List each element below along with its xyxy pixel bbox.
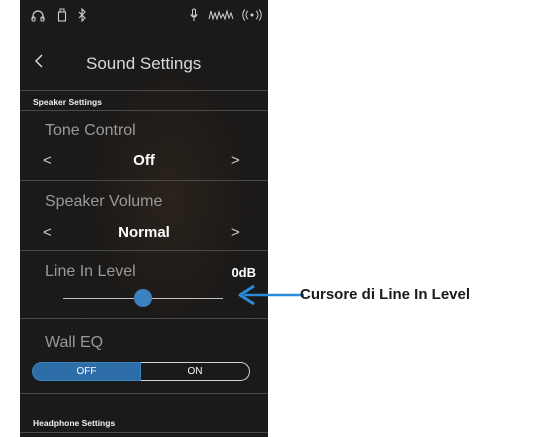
divider	[20, 90, 268, 91]
microphone-icon	[190, 8, 198, 21]
bluetooth-icon	[78, 8, 86, 22]
divider	[20, 318, 268, 319]
back-arrow-icon[interactable]	[32, 48, 46, 74]
wall-eq-on-option[interactable]: ON	[141, 362, 250, 381]
section-header-speaker: Speaker Settings	[33, 97, 102, 107]
status-bar	[20, 6, 268, 26]
line-in-level-label: Line In Level	[45, 263, 136, 280]
wall-eq-off-option[interactable]: OFF	[32, 362, 141, 381]
speaker-volume-next-icon[interactable]: >	[231, 224, 240, 241]
section-header-headphone: Headphone Settings	[33, 418, 116, 428]
wireless-icon	[242, 9, 262, 21]
line-in-level-value: 0dB	[231, 265, 256, 280]
wall-eq-toggle[interactable]: OFF ON	[32, 362, 250, 381]
page-title: Sound Settings	[86, 54, 202, 73]
line-in-level-slider-thumb[interactable]	[134, 289, 152, 307]
wall-eq-label: Wall EQ	[45, 334, 104, 351]
sound-wave-icon	[208, 9, 234, 21]
divider	[20, 110, 268, 111]
divider	[20, 250, 268, 251]
divider	[20, 432, 268, 433]
usb-memory-icon	[57, 8, 67, 22]
speaker-volume-label: Speaker Volume	[45, 193, 163, 210]
callout-arrow-icon	[238, 284, 304, 306]
title-bar: Sound Settings	[20, 44, 268, 84]
divider	[20, 393, 268, 394]
headphones-icon	[31, 10, 45, 22]
tone-control-next-icon[interactable]: >	[231, 152, 240, 169]
piano-settings-screen: Sound Settings Speaker Settings Tone Con…	[20, 0, 268, 437]
tone-control-label: Tone Control	[45, 122, 136, 139]
callout-label: Cursore di Line In Level	[300, 286, 471, 303]
divider	[20, 180, 268, 181]
